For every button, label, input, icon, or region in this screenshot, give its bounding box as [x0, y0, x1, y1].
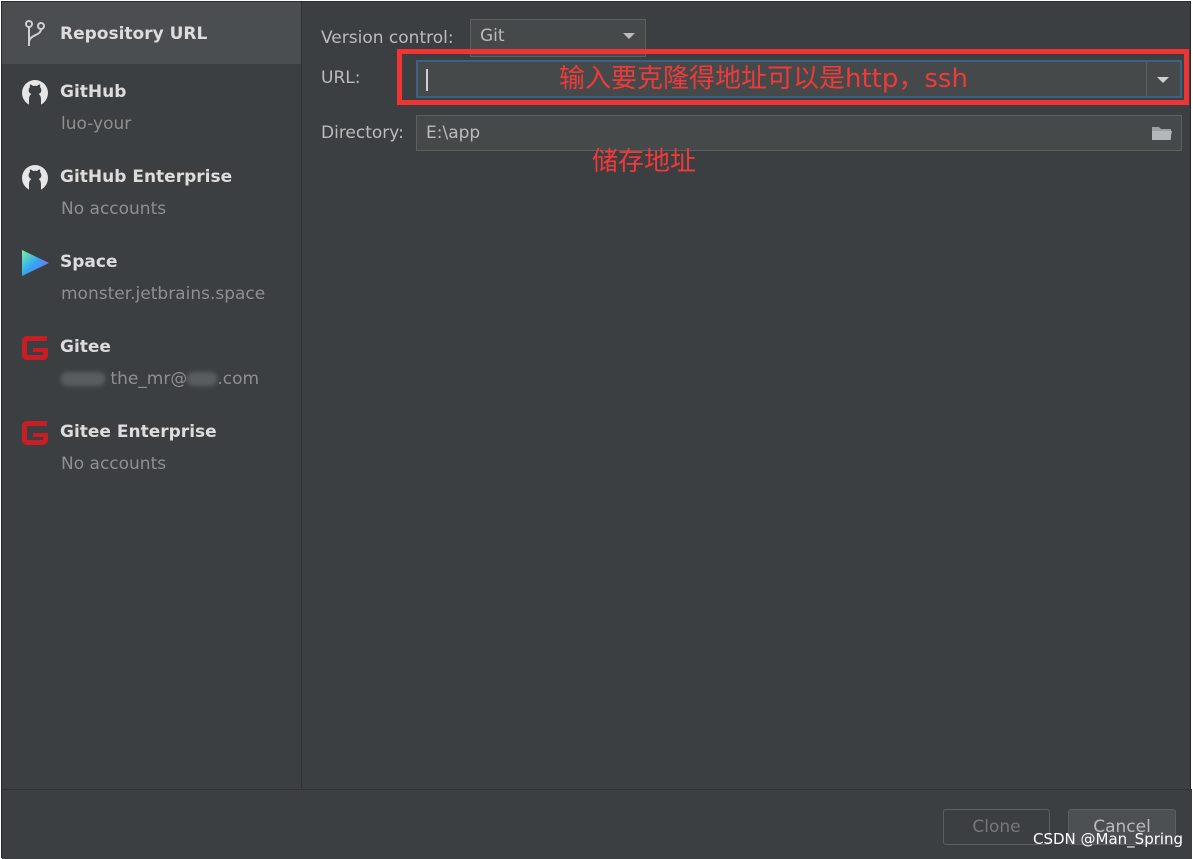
- watermark: CSDN @Man_Spring: [1033, 830, 1184, 848]
- redacted-text: [187, 372, 218, 386]
- sidebar-item-label: Repository URL: [60, 24, 208, 44]
- sidebar-item-sublabel: luo-your: [61, 114, 132, 134]
- github-icon: [19, 162, 51, 194]
- clone-dialog: Repository URL GitHub luo-your GitHub En…: [1, 1, 1192, 859]
- sidebar-item-sublabel: No accounts: [61, 454, 167, 474]
- sidebar-item-repository-url[interactable]: Repository URL: [2, 2, 301, 64]
- directory-annotation-text: 储存地址: [592, 147, 697, 177]
- gitee-icon: [19, 417, 51, 449]
- directory-value: E:\app: [426, 123, 481, 143]
- sidebar-item-label: Gitee Enterprise: [60, 422, 217, 442]
- chevron-down-icon: [623, 33, 635, 39]
- space-icon: [19, 247, 51, 279]
- gitee-icon: [19, 332, 51, 364]
- url-annotation-text: 输入要克隆得地址可以是http，ssh: [559, 64, 968, 94]
- sidebar-item-sublabel: No accounts: [61, 199, 167, 219]
- sidebar-item-label: Space: [60, 252, 118, 272]
- url-label: URL:: [321, 68, 361, 88]
- folder-icon[interactable]: [1151, 125, 1173, 141]
- sidebar-item-space[interactable]: Space monster.jetbrains.space: [2, 242, 301, 318]
- vcs-branch-icon: [19, 18, 51, 50]
- clone-form: Version control: Git URL: Directory: E:\…: [302, 2, 1192, 789]
- dialog-footer: Clone Cancel: [2, 789, 1192, 859]
- sidebar-item-sublabel: monster.jetbrains.space: [61, 284, 266, 304]
- redacted-text: [61, 372, 105, 386]
- github-icon: [19, 77, 51, 109]
- sidebar-item-label: GitHub Enterprise: [60, 167, 233, 187]
- version-control-value: Git: [480, 26, 505, 46]
- sidebar: Repository URL GitHub luo-your GitHub En…: [2, 2, 302, 789]
- directory-label: Directory:: [321, 123, 404, 143]
- sidebar-item-gitee[interactable]: Gitee the_mr@ .com: [2, 327, 301, 403]
- sidebar-item-github[interactable]: GitHub luo-your: [2, 72, 301, 148]
- directory-field[interactable]: E:\app: [416, 115, 1182, 151]
- version-control-label: Version control:: [321, 28, 454, 48]
- sidebar-item-github-enterprise[interactable]: GitHub Enterprise No accounts: [2, 157, 301, 233]
- sidebar-item-sublabel: the_mr@ .com: [61, 369, 259, 389]
- sidebar-item-label: GitHub: [60, 82, 127, 102]
- sidebar-item-gitee-enterprise[interactable]: Gitee Enterprise No accounts: [2, 412, 301, 488]
- sidebar-item-label: Gitee: [60, 337, 111, 357]
